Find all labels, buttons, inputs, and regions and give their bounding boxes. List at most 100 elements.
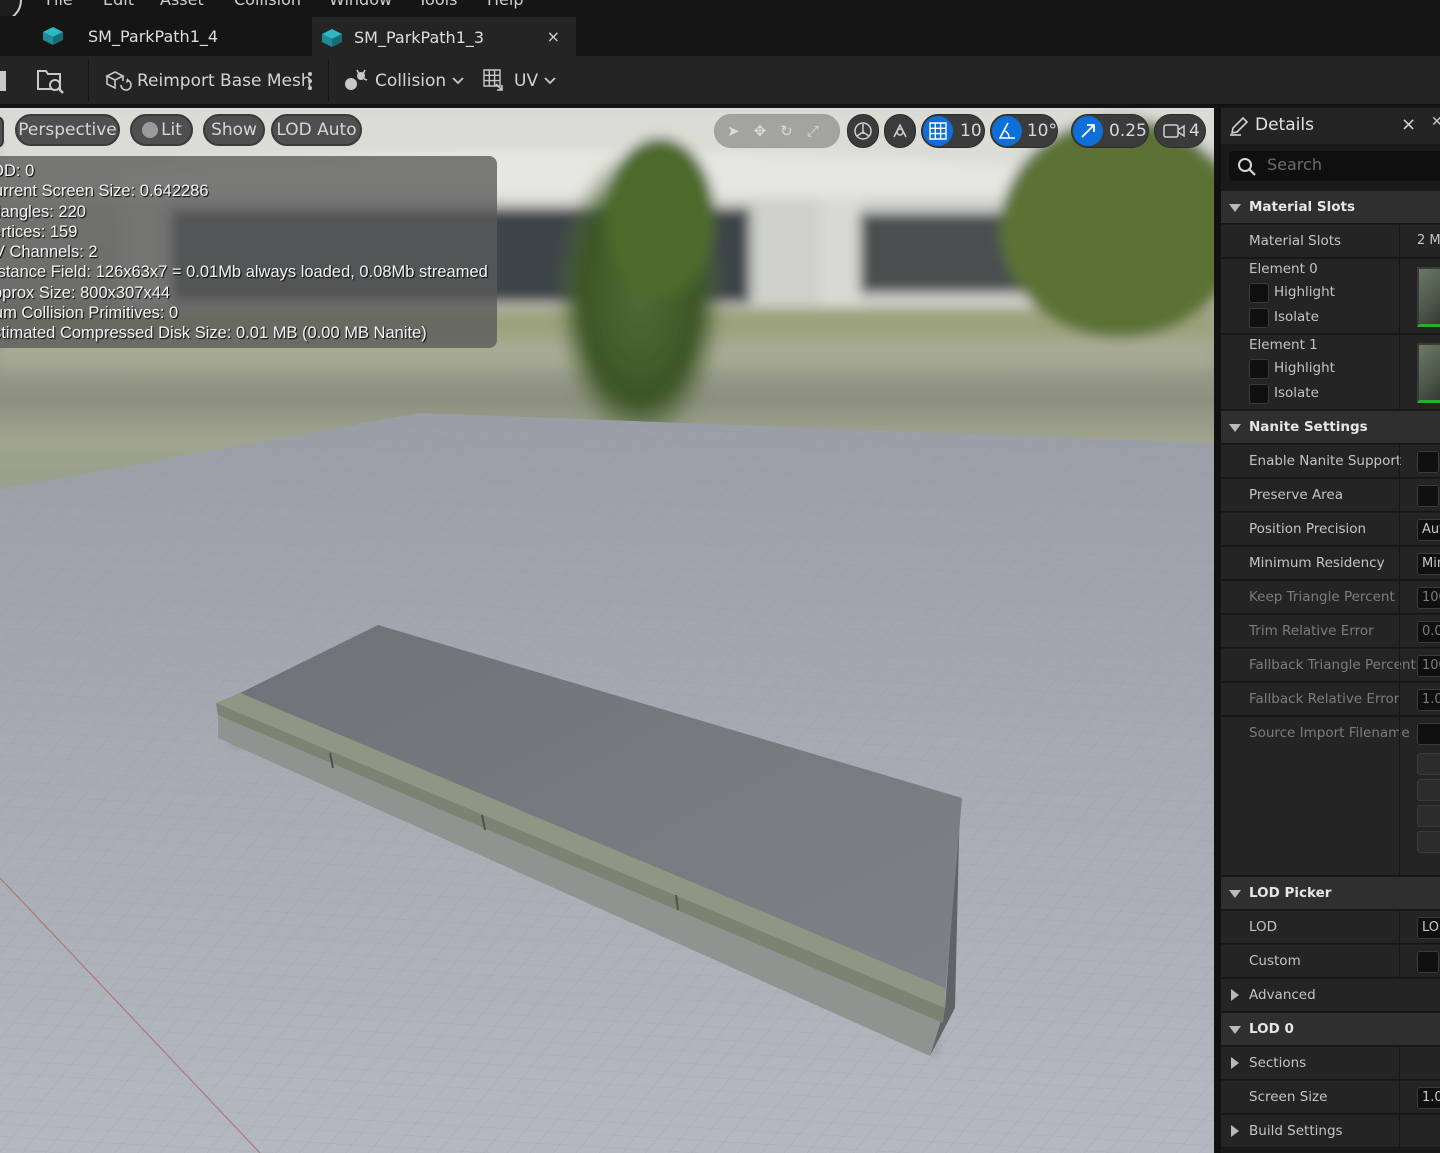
lighting-mode-button[interactable]: Lit	[130, 114, 193, 146]
sections-row[interactable]: Sections	[1221, 1047, 1440, 1080]
stat-collision-primitives: Num Collision Primitives: 0	[0, 304, 179, 323]
stat-vertices: Vertices: 159	[0, 222, 78, 241]
save-button[interactable]	[0, 56, 8, 106]
uv-grid-icon	[483, 69, 503, 91]
viewport-stats-overlay: LOD: 0 Current Screen Size: 0.642286 Tri…	[0, 156, 497, 348]
position-precision-dropdown[interactable]: Auto	[1417, 519, 1440, 541]
fallback-relative-error-input[interactable]: 1.0	[1417, 689, 1440, 711]
lock-icon[interactable]: ✕	[1431, 114, 1440, 130]
element-1-isolate-checkbox[interactable]	[1249, 384, 1269, 404]
nanite-action-button-4[interactable]	[1417, 831, 1440, 853]
menu-collision[interactable]: Collision	[234, 0, 301, 9]
element-0-material-thumbnail[interactable]	[1417, 267, 1440, 327]
stat-distance-field: Distance Field: 126x63x7 = 0.01Mb always…	[0, 263, 488, 282]
keep-triangle-percent-input[interactable]: 100.0	[1417, 587, 1440, 609]
preserve-area-row: Preserve Area	[1221, 479, 1440, 512]
menu-help[interactable]: Help	[487, 0, 523, 9]
viewport-options-button[interactable]	[0, 116, 4, 148]
scale-snap-control[interactable]: 0.25	[1071, 114, 1149, 148]
scale-snap-toggle[interactable]	[1073, 116, 1103, 146]
custom-lod-checkbox[interactable]	[1417, 951, 1439, 973]
scale-tool-icon: ⤢	[806, 122, 819, 140]
stat-uv-channels: UV Channels: 2	[0, 243, 98, 262]
chevron-down-icon	[544, 77, 556, 85]
element-1-material-thumbnail[interactable]	[1417, 343, 1440, 403]
more-vertical-icon	[308, 72, 312, 90]
camera-speed-control[interactable]: 4	[1154, 114, 1206, 148]
expand-arrow-icon	[1229, 204, 1241, 212]
uv-dropdown[interactable]: UV	[482, 56, 557, 106]
details-pencil-icon	[1230, 116, 1249, 136]
nanite-action-button-1[interactable]	[1417, 753, 1440, 775]
select-tool-icon: ➤	[727, 122, 740, 140]
lod-row: LOD LOD 0	[1221, 911, 1440, 944]
rotation-snap-toggle[interactable]	[992, 116, 1022, 146]
camera-speed-value: 4	[1189, 121, 1200, 141]
scale-snap-value: 0.25	[1109, 121, 1147, 141]
details-search-input[interactable]: Search	[1229, 151, 1440, 181]
lit-sphere-icon	[142, 122, 158, 138]
element-0-highlight-checkbox[interactable]	[1249, 283, 1269, 303]
material-element-1: Element 1 Highlight Isolate	[1221, 335, 1440, 410]
local-world-toggle[interactable]	[847, 114, 879, 148]
element-0-isolate-label: Isolate	[1274, 309, 1319, 325]
close-tab-icon[interactable]: ×	[547, 27, 560, 46]
menu-bar: File Edit Asset Collision Window Tools H…	[0, 0, 1440, 16]
tab-sm-parkpath1-3[interactable]: SM_ParkPath1_3 ×	[312, 17, 576, 56]
grid-icon	[929, 122, 947, 140]
surface-snap-toggle[interactable]	[884, 114, 916, 148]
enable-nanite-checkbox[interactable]	[1417, 451, 1439, 473]
category-lod-picker[interactable]: LOD Picker	[1221, 877, 1440, 910]
source-import-filename-input[interactable]	[1417, 723, 1440, 745]
advanced-row[interactable]: Advanced	[1221, 979, 1440, 1012]
uv-label: UV	[514, 71, 539, 91]
build-settings-row[interactable]: Build Settings	[1221, 1115, 1440, 1148]
element-0-isolate-checkbox[interactable]	[1249, 308, 1269, 328]
position-precision-row: Position Precision Auto	[1221, 513, 1440, 546]
trim-relative-error-input[interactable]: 0.0	[1417, 621, 1440, 643]
view-mode-button[interactable]: Perspective	[15, 114, 120, 146]
nanite-action-button-3[interactable]	[1417, 805, 1440, 827]
reimport-options-button[interactable]	[302, 56, 318, 106]
grid-snap-control[interactable]: 10	[921, 114, 985, 148]
trim-relative-error-row: Trim Relative Error 0.0	[1221, 615, 1440, 648]
menu-window[interactable]: Window	[329, 0, 392, 9]
close-details-icon[interactable]: ×	[1401, 114, 1416, 135]
move-tool-icon: ✥	[753, 122, 767, 140]
collision-dropdown[interactable]: Collision	[343, 56, 465, 106]
menu-asset[interactable]: Asset	[160, 0, 204, 9]
keep-triangle-percent-row: Keep Triangle Percent 100.0	[1221, 581, 1440, 614]
stat-screen-size: Current Screen Size: 0.642286	[0, 182, 209, 201]
menu-edit[interactable]: Edit	[103, 0, 134, 9]
collision-icon	[345, 69, 368, 90]
preserve-area-checkbox[interactable]	[1417, 485, 1439, 507]
fallback-triangle-percent-input[interactable]: 100.0	[1417, 655, 1440, 677]
expand-arrow-icon	[1229, 424, 1241, 432]
menu-file[interactable]: File	[46, 0, 73, 9]
screen-size-input[interactable]: 1.0	[1417, 1087, 1440, 1109]
grid-snap-toggle[interactable]	[923, 116, 953, 146]
reimport-base-mesh-button[interactable]: Reimport Base Mesh	[105, 56, 312, 106]
rotation-snap-control[interactable]: 10°	[990, 114, 1058, 148]
chevron-down-icon	[452, 77, 464, 85]
lod-dropdown[interactable]: LOD 0	[1417, 917, 1440, 939]
rotate-tool-icon: ↻	[780, 122, 793, 140]
unreal-logo-icon[interactable]	[0, 0, 22, 16]
show-flags-button[interactable]: Show	[203, 114, 265, 146]
category-nanite-settings[interactable]: Nanite Settings	[1221, 411, 1440, 444]
world-coords-icon	[854, 122, 872, 140]
screen-size-row: Screen Size 1.0	[1221, 1081, 1440, 1114]
mesh-viewport[interactable]: Perspective Lit Show LOD Auto ➤ ✥ ↻ ⤢ 10…	[0, 108, 1214, 1153]
browse-asset-button[interactable]	[36, 56, 66, 106]
details-panel: Details × ✕ Search Material Slots Materi…	[1214, 108, 1440, 1153]
nanite-action-button-2[interactable]	[1417, 779, 1440, 801]
tab-label: SM_ParkPath1_3	[354, 28, 485, 47]
element-1-highlight-checkbox[interactable]	[1249, 359, 1269, 379]
category-material-slots[interactable]: Material Slots	[1221, 191, 1440, 224]
category-lod-0[interactable]: LOD 0	[1221, 1013, 1440, 1046]
lod-selector-button[interactable]: LOD Auto	[271, 114, 362, 146]
tab-sm-parkpath1-4[interactable]: SM_ParkPath1_4	[34, 17, 304, 56]
material-slots-row: Material Slots 2 Material Slots	[1221, 225, 1440, 258]
minimum-residency-dropdown[interactable]: Minimal	[1417, 553, 1440, 575]
menu-tools[interactable]: Tools	[418, 0, 457, 9]
